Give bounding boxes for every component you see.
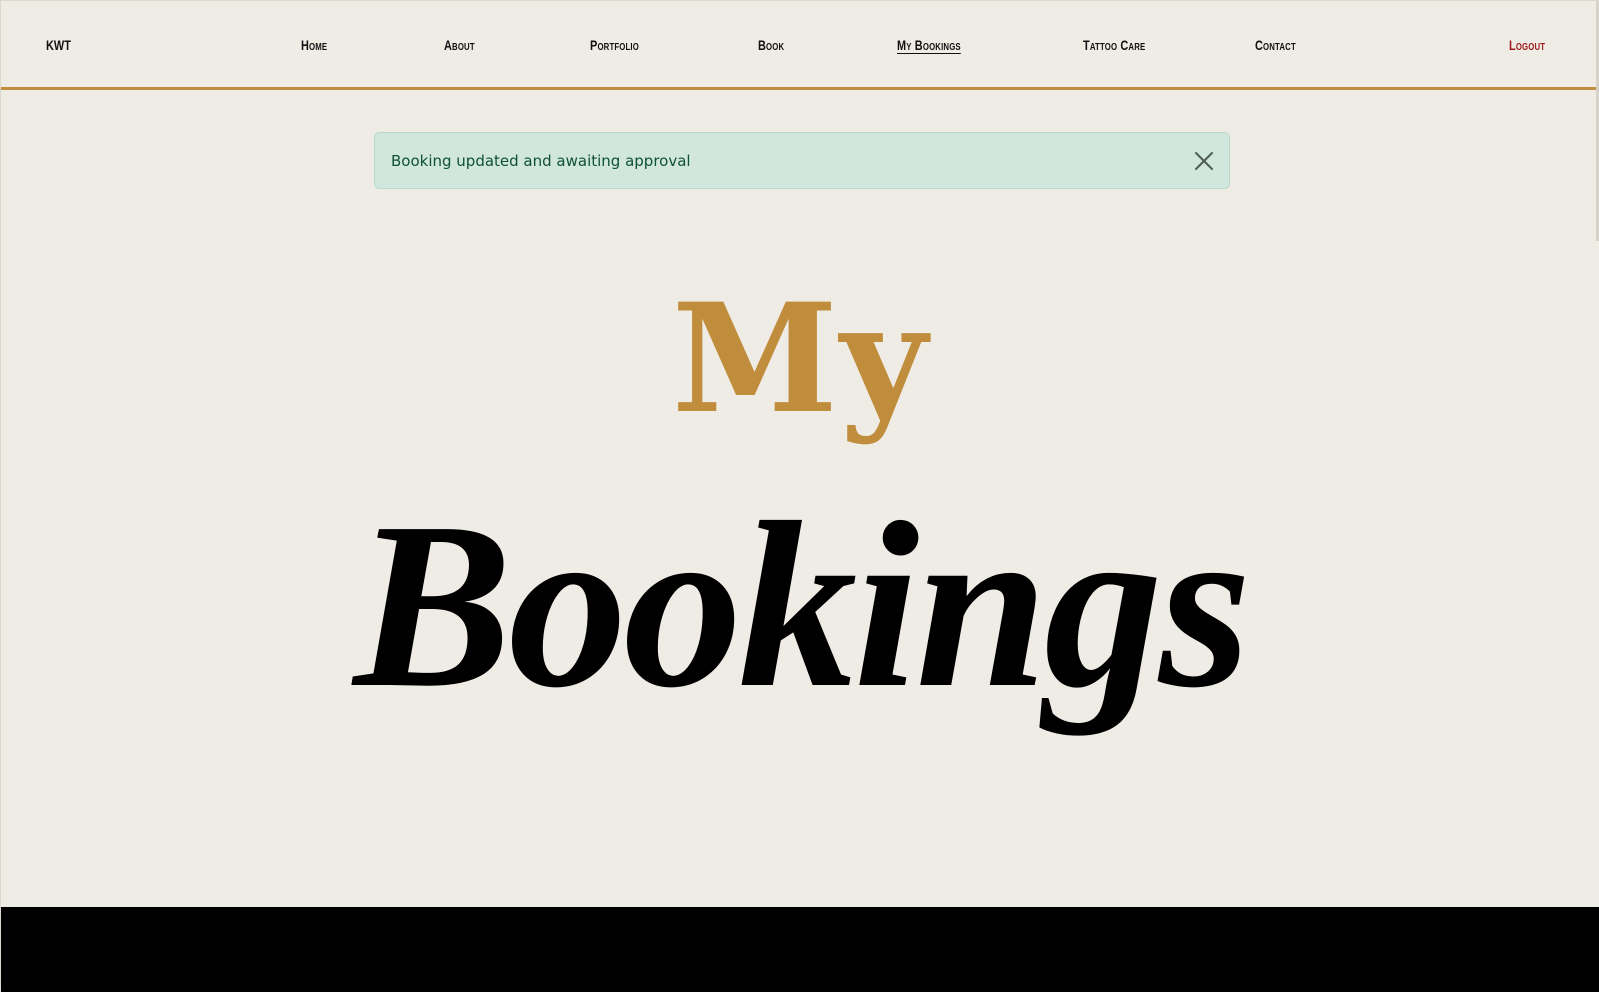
- success-alert: Booking updated and awaiting approval: [374, 132, 1230, 189]
- navbar: KWT Home About Portfolio Book My Booking…: [1, 1, 1599, 90]
- footer: [1, 907, 1599, 992]
- close-icon[interactable]: [1193, 150, 1215, 172]
- nav-about[interactable]: About: [444, 37, 475, 53]
- nav-home[interactable]: Home: [301, 37, 327, 53]
- nav-portfolio[interactable]: Portfolio: [590, 37, 639, 53]
- nav-tattoo-care[interactable]: Tattoo Care: [1083, 37, 1145, 53]
- nav-book[interactable]: Book: [758, 37, 784, 53]
- brand-link[interactable]: KWT: [46, 37, 71, 53]
- nav-my-bookings[interactable]: My Bookings: [897, 37, 961, 53]
- alert-message: Booking updated and awaiting approval: [391, 152, 691, 170]
- nav-contact[interactable]: Contact: [1255, 37, 1296, 53]
- page-title-bottom: Bookings: [353, 474, 1252, 737]
- logout-link[interactable]: Logout: [1509, 37, 1545, 53]
- page: KWT Home About Portfolio Book My Booking…: [0, 0, 1599, 992]
- page-title-top: My: [671, 271, 930, 447]
